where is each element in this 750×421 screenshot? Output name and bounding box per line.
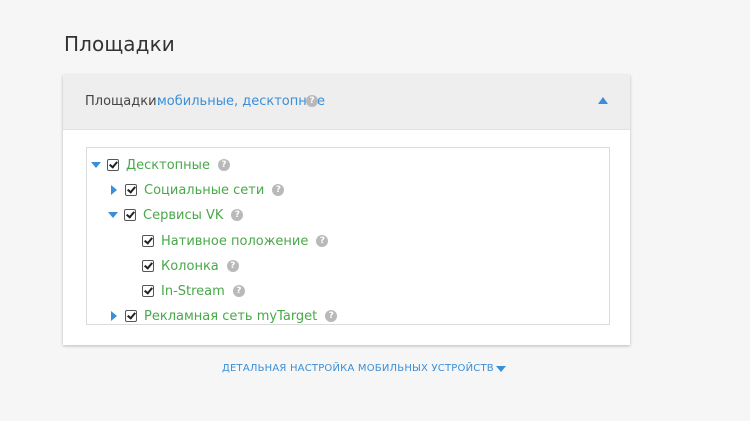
help-icon[interactable]: ? [306,95,318,107]
help-icon[interactable]: ? [325,310,338,322]
tree-item-label: Колонка [161,258,219,274]
help-icon[interactable]: ? [231,209,244,221]
expand-arrow-icon[interactable] [108,212,118,218]
collapsed-arrow-icon[interactable] [111,311,117,321]
help-icon[interactable]: ? [272,184,285,196]
help-icon[interactable]: ? [226,260,239,272]
mytarget-checkbox[interactable] [125,310,137,322]
header-label: Площадки: [85,94,161,109]
help-icon[interactable]: ? [217,159,230,171]
header-value[interactable]: мобильные, десктопные [157,94,325,109]
panel-header[interactable]: Площадки: мобильные, десктопные ? [63,75,630,130]
page-title: Площадки [64,32,175,56]
vk-services-checkbox[interactable] [124,209,136,221]
tree-item-desktop: Десктопные ? [91,156,230,174]
instream-checkbox[interactable] [142,285,154,297]
tree-item-label: Нативное положение [161,233,309,249]
tree-item-instream: In-Stream ? [142,282,245,300]
tree-item-label: In-Stream [161,283,225,299]
column-checkbox[interactable] [142,260,154,272]
tree-item-label: Сервисы VK [143,207,224,223]
tree-item-label: Социальные сети [144,182,265,198]
tree-item-mytarget: Рекламная сеть myTarget ? [109,307,338,325]
help-icon[interactable]: ? [316,235,329,247]
help-icon[interactable]: ? [232,285,245,297]
placements-tree: Десктопные ? Социальные сети ? Сервисы V… [86,147,610,325]
placements-panel: Площадки: мобильные, десктопные ? Дескто… [63,75,630,345]
desktop-checkbox[interactable] [107,159,119,171]
mobile-settings-label: ДЕТАЛЬНАЯ НАСТРОЙКА МОБИЛЬНЫХ УСТРОЙСТВ [222,363,494,374]
mobile-settings-link[interactable]: ДЕТАЛЬНАЯ НАСТРОЙКА МОБИЛЬНЫХ УСТРОЙСТВ [222,363,506,374]
tree-item-native: Нативное положение ? [142,232,329,250]
social-checkbox[interactable] [125,184,137,196]
tree-item-column: Колонка ? [142,257,239,275]
collapsed-arrow-icon[interactable] [111,185,117,195]
tree-item-social: Социальные сети ? [109,181,285,199]
tree-item-label: Десктопные [126,157,210,173]
chevron-down-icon [495,365,506,372]
tree-item-vk-services: Сервисы VK ? [108,206,244,224]
native-checkbox[interactable] [142,235,154,247]
expand-arrow-icon[interactable] [91,162,101,168]
chevron-up-icon[interactable] [598,97,608,104]
tree-item-label: Рекламная сеть myTarget [144,308,318,324]
